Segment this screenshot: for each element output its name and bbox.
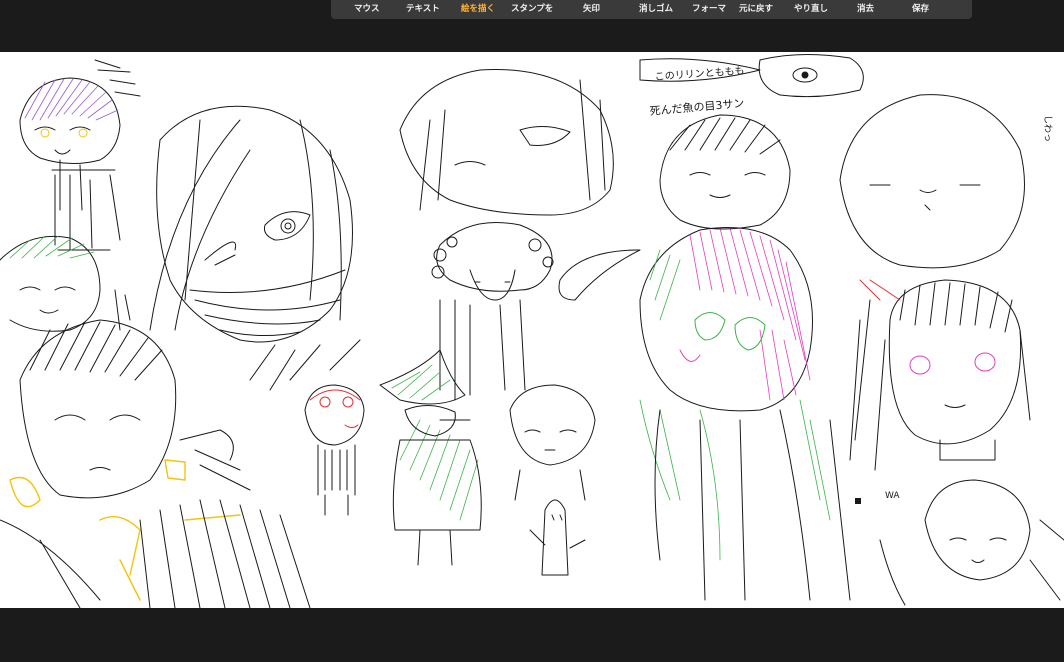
tool-arrow[interactable]: 矢印 xyxy=(583,4,600,14)
tool-text[interactable]: テキスト xyxy=(406,4,440,14)
sketch-character-pink-hair xyxy=(558,227,851,601)
sketch-character-small-boy xyxy=(509,384,596,576)
ink-dot xyxy=(855,498,861,504)
sketch-character-twintail xyxy=(849,279,1031,471)
bottom-bar xyxy=(0,608,1064,662)
sketch-character-round-head xyxy=(839,94,1025,269)
tool-undo[interactable]: 元に戻す xyxy=(739,4,773,14)
sketch-character-top-center xyxy=(399,69,614,216)
sketch-character-red-mask xyxy=(304,384,365,516)
tool-eraser[interactable]: 消しゴム xyxy=(639,4,673,14)
sketch-character-yellow-cloak xyxy=(0,319,311,608)
tool-stamp[interactable]: スタンプを xyxy=(511,4,553,14)
sketch-character-purple-hair xyxy=(19,59,141,251)
tool-clear[interactable]: 消去 xyxy=(857,4,874,14)
tool-draw[interactable]: 絵を描く xyxy=(461,4,495,14)
drawing-app: マウス テキスト 絵を描く スタンプを 矢印 消しゴム フォーマ 元に戻す やり… xyxy=(0,0,1064,662)
sketch-character-bowl-cut xyxy=(659,114,791,230)
tool-form[interactable]: フォーマ xyxy=(692,4,726,14)
sketch-character-masked xyxy=(149,105,361,391)
note-wrinkle: しわっ xyxy=(1042,115,1053,142)
sketch-character-bottom-right xyxy=(879,479,1064,606)
sketch-character-witch xyxy=(379,349,482,566)
drawing-canvas[interactable]: このリリンとももも 死んだ魚の目3サン しわっ WA xyxy=(0,52,1064,608)
tool-redo[interactable]: やり直し xyxy=(794,4,828,14)
note-wa: WA xyxy=(885,491,900,501)
handwritten-notes: このリリンとももも 死んだ魚の目3サン しわっ WA xyxy=(649,65,1053,501)
sketch-layer: このリリンとももも 死んだ魚の目3サン しわっ WA xyxy=(0,53,1064,608)
tool-mouse[interactable]: マウス xyxy=(354,4,380,14)
note-fish-eye: 死んだ魚の目3サン xyxy=(649,97,745,118)
tool-save[interactable]: 保存 xyxy=(912,4,929,14)
drawing-toolbar: マウス テキスト 絵を描く スタンプを 矢印 消しゴム フォーマ 元に戻す やり… xyxy=(331,0,972,19)
